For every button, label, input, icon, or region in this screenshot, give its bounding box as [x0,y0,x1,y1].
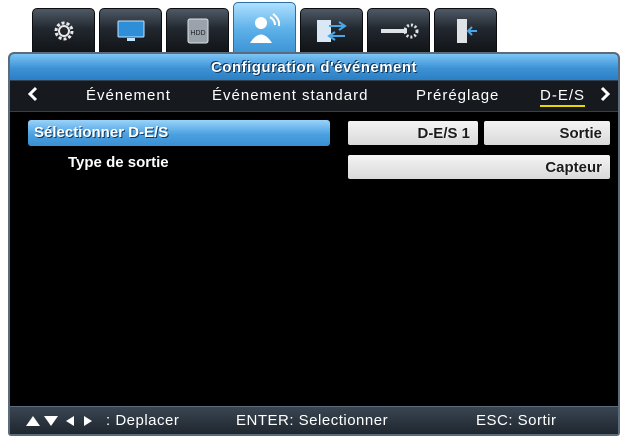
page-title: Configuration d'événement [10,54,618,80]
tab-scroll-right-button[interactable] [596,86,614,106]
system-settings-icon [380,23,418,38]
tab-general[interactable] [32,8,95,52]
sub-tab-bar: Événement Événement standard Préréglage … [10,80,618,112]
esc-hint: ESC: Sortir [476,412,557,429]
move-hint-text: : Deplacer [106,412,180,429]
tab-system[interactable] [367,8,430,52]
arrow-keys-icon [26,415,92,426]
gear-icon [54,21,73,40]
output-type-label: Type de sortie [68,154,169,171]
select-deio-row[interactable]: Sélectionner D-E/S [28,120,330,146]
tab-storage[interactable]: HDD [166,8,229,52]
tab-display[interactable] [99,8,162,52]
tab-scroll-left-button[interactable] [24,86,42,106]
tab-evenement-standard[interactable]: Événement standard [212,87,368,104]
tab-evenement[interactable]: Événement [86,87,171,104]
tab-network[interactable] [300,8,363,52]
deio-select[interactable]: D-E/S 1 [348,121,478,145]
top-tab-bar: HDD [32,2,497,54]
tab-event[interactable] [233,2,296,54]
output-type-select[interactable]: Capteur [348,155,610,179]
network-transfer-icon [316,19,347,42]
chevron-left-icon [27,86,38,102]
deio-mode-select[interactable]: Sortie [484,121,610,145]
select-deio-label: Sélectionner D-E/S [34,124,169,141]
chevron-right-icon [600,86,611,102]
monitor-icon [117,20,144,41]
tab-d-e-s[interactable]: D-E/S [540,87,586,107]
footer-hint-bar: : Deplacer ENTER: Selectionner ESC: Sort… [10,406,618,434]
exit-icon [456,18,477,43]
user-signal-icon [249,12,280,43]
tab-prereglage[interactable]: Préréglage [416,87,499,104]
enter-hint: ENTER: Selectionner [236,412,389,429]
hdd-icon: HDD [187,18,208,43]
tab-exit[interactable] [434,8,497,52]
move-hint: : Deplacer [24,412,179,429]
event-config-panel: Configuration d'événement Événement Évén… [8,52,620,436]
hdd-icon-label: HDD [190,30,205,37]
